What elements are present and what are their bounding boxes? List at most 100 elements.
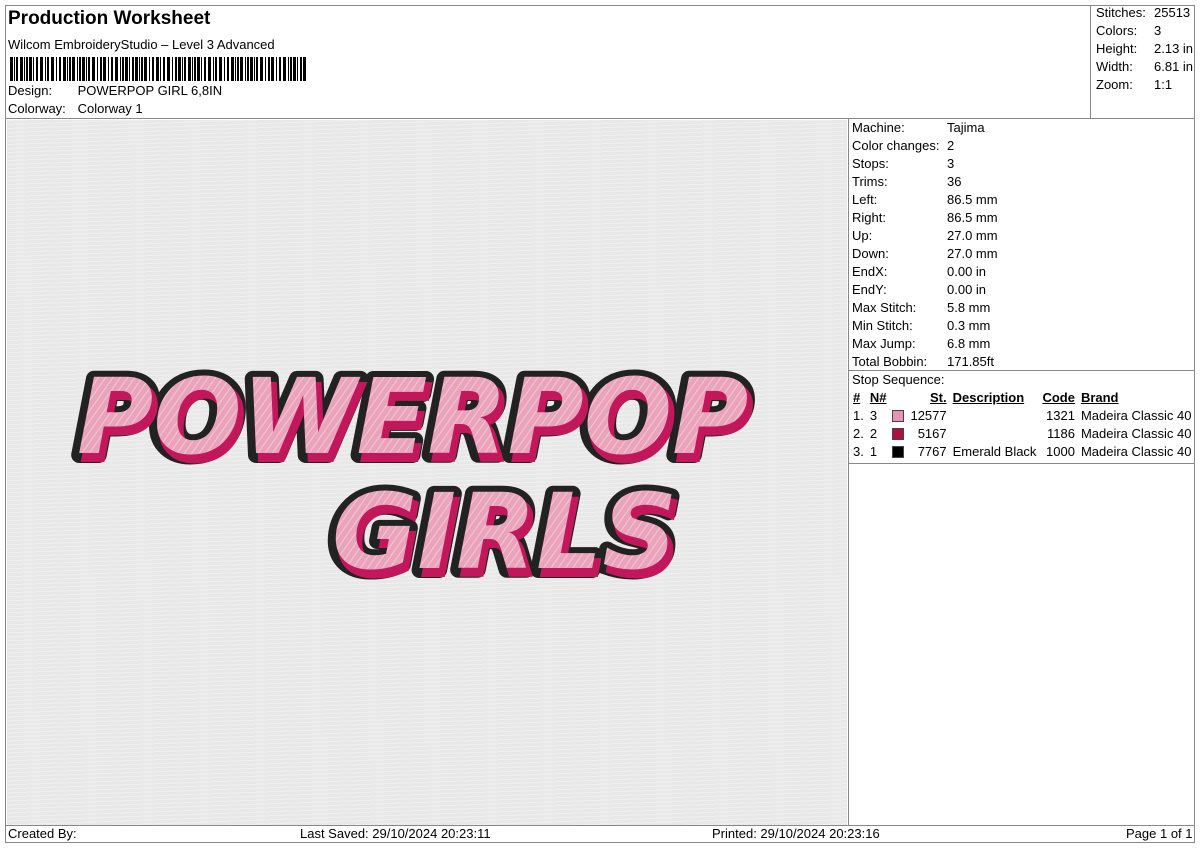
info-value: 27.0 mm (947, 228, 998, 243)
col-num: # (853, 389, 861, 405)
barcode-bar (20, 57, 23, 81)
info-value: 5.8 mm (947, 300, 991, 315)
info-value: 36 (947, 174, 962, 189)
barcode-bar (67, 57, 68, 81)
info-row: Total Bobbin: 171.85ft (852, 354, 994, 369)
barcode-bar (108, 57, 109, 81)
barcode-bar (247, 57, 249, 81)
barcode-bar (122, 57, 124, 81)
info-row: Trims: 36 (852, 174, 961, 189)
col-stitches: St. (930, 389, 947, 405)
colorway-row: Colorway: Colorway 1 (8, 101, 143, 116)
design-text-fill: GIRLS (332, 471, 677, 593)
barcode-bar (172, 57, 173, 81)
row-description (950, 406, 1040, 424)
barcode-bar (141, 57, 143, 81)
barcode-bar (135, 57, 138, 81)
info-row: Machine: Tajima (852, 120, 985, 135)
barcode-bar (111, 57, 113, 81)
barcode-bar (14, 57, 15, 81)
table-row: 3. 1 7767 Emerald Black 1000 Madeira Cla… (850, 442, 1194, 460)
worksheet-header: Production Worksheet Wilcom EmbroiderySt… (6, 6, 1090, 118)
row-stitches: 5167 (917, 425, 947, 441)
info-row: Right: 86.5 mm (852, 210, 998, 225)
barcode-bar (184, 57, 186, 81)
color-swatch (892, 446, 905, 459)
page-number: Page 1 of 1 (1126, 826, 1193, 841)
info-label: EndX: (852, 264, 888, 279)
row-swatch (889, 442, 907, 460)
row-description (950, 424, 1040, 442)
summary-row: Zoom: 1:1 (1096, 77, 1172, 92)
row-num: 1. (853, 407, 864, 423)
summary-label: Height: (1096, 41, 1138, 56)
barcode-bar (72, 57, 75, 81)
summary-value: 3 (1154, 23, 1162, 38)
summary-row: Height: 2.13 in (1096, 41, 1193, 56)
barcode-bar (139, 57, 140, 81)
col-code: Code (1042, 389, 1075, 405)
info-value: 86.5 mm (947, 210, 998, 225)
barcode-bar (245, 57, 246, 81)
info-row: Down: 27.0 mm (852, 246, 998, 261)
barcode-bar (92, 57, 95, 81)
info-label: Color changes: (852, 138, 940, 153)
barcode-bar (201, 57, 202, 81)
summary-row: Width: 6.81 in (1096, 59, 1193, 74)
info-row: EndY: 0.00 in (852, 282, 986, 297)
barcode-bar (10, 57, 13, 81)
table-row: 1. 3 12577 1321 Madeira Classic 40 (850, 406, 1194, 424)
barcode-bar (156, 57, 159, 81)
table-divider (848, 463, 1195, 464)
row-needle: 2 (869, 425, 878, 441)
panel-divider (848, 118, 849, 825)
summary-box: Stitches: 25513 Colors: 3 Height: 2.13 in W… (1090, 5, 1195, 118)
info-label: Max Jump: (852, 336, 916, 351)
barcode-bar (125, 57, 128, 81)
table-header-row: # N# St. Description Code Brand (850, 388, 1194, 406)
barcode-bar (288, 57, 289, 81)
info-label: Total Bobbin: (852, 354, 928, 369)
barcode-bar (97, 57, 98, 81)
header-divider (5, 118, 1195, 119)
barcode-bar (16, 57, 18, 81)
footer-divider (5, 825, 1195, 826)
col-brand: Brand (1080, 389, 1119, 405)
barcode-bar (237, 57, 239, 81)
barcode-bar (219, 57, 222, 81)
row-swatch (889, 424, 907, 442)
barcode-bar (144, 57, 147, 81)
design-value: POWERPOP GIRL 6,8IN (77, 83, 223, 98)
row-swatch (889, 406, 907, 424)
barcode-bar (300, 57, 302, 81)
info-value: 3 (947, 156, 955, 171)
summary-value: 1:1 (1154, 77, 1173, 92)
row-brand: Madeira Classic 40 (1080, 443, 1192, 459)
barcode-bar (149, 57, 150, 81)
barcode-bar (24, 57, 25, 81)
info-row: Stops: 3 (852, 156, 954, 171)
barcode-bar (152, 57, 154, 81)
row-code: 1186 (1046, 425, 1075, 441)
color-swatch (892, 410, 905, 423)
info-row: Left: 86.5 mm (852, 192, 998, 207)
barcode-bar (103, 57, 106, 81)
barcode-bar (82, 57, 85, 81)
barcode-bar (132, 57, 134, 81)
summary-row: Stitches: 25513 (1096, 5, 1190, 20)
last-saved: Last Saved: 29/10/2024 20:23:11 (300, 826, 491, 841)
barcode-bar (283, 57, 286, 81)
info-row: Max Stitch: 5.8 mm (852, 300, 990, 315)
barcode-bar (86, 57, 87, 81)
info-value: 0.3 mm (947, 318, 991, 333)
barcode-bar (40, 57, 43, 81)
barcode-bar (115, 57, 118, 81)
barcode-bar (178, 57, 181, 81)
barcode-bar (276, 57, 277, 81)
info-label: Stops: (852, 156, 889, 171)
barcode-bar (197, 57, 200, 81)
barcode-bar (271, 57, 274, 81)
barcode-bar (69, 57, 71, 81)
barcode-bar (208, 57, 211, 81)
info-row: Up: 27.0 mm (852, 228, 998, 243)
